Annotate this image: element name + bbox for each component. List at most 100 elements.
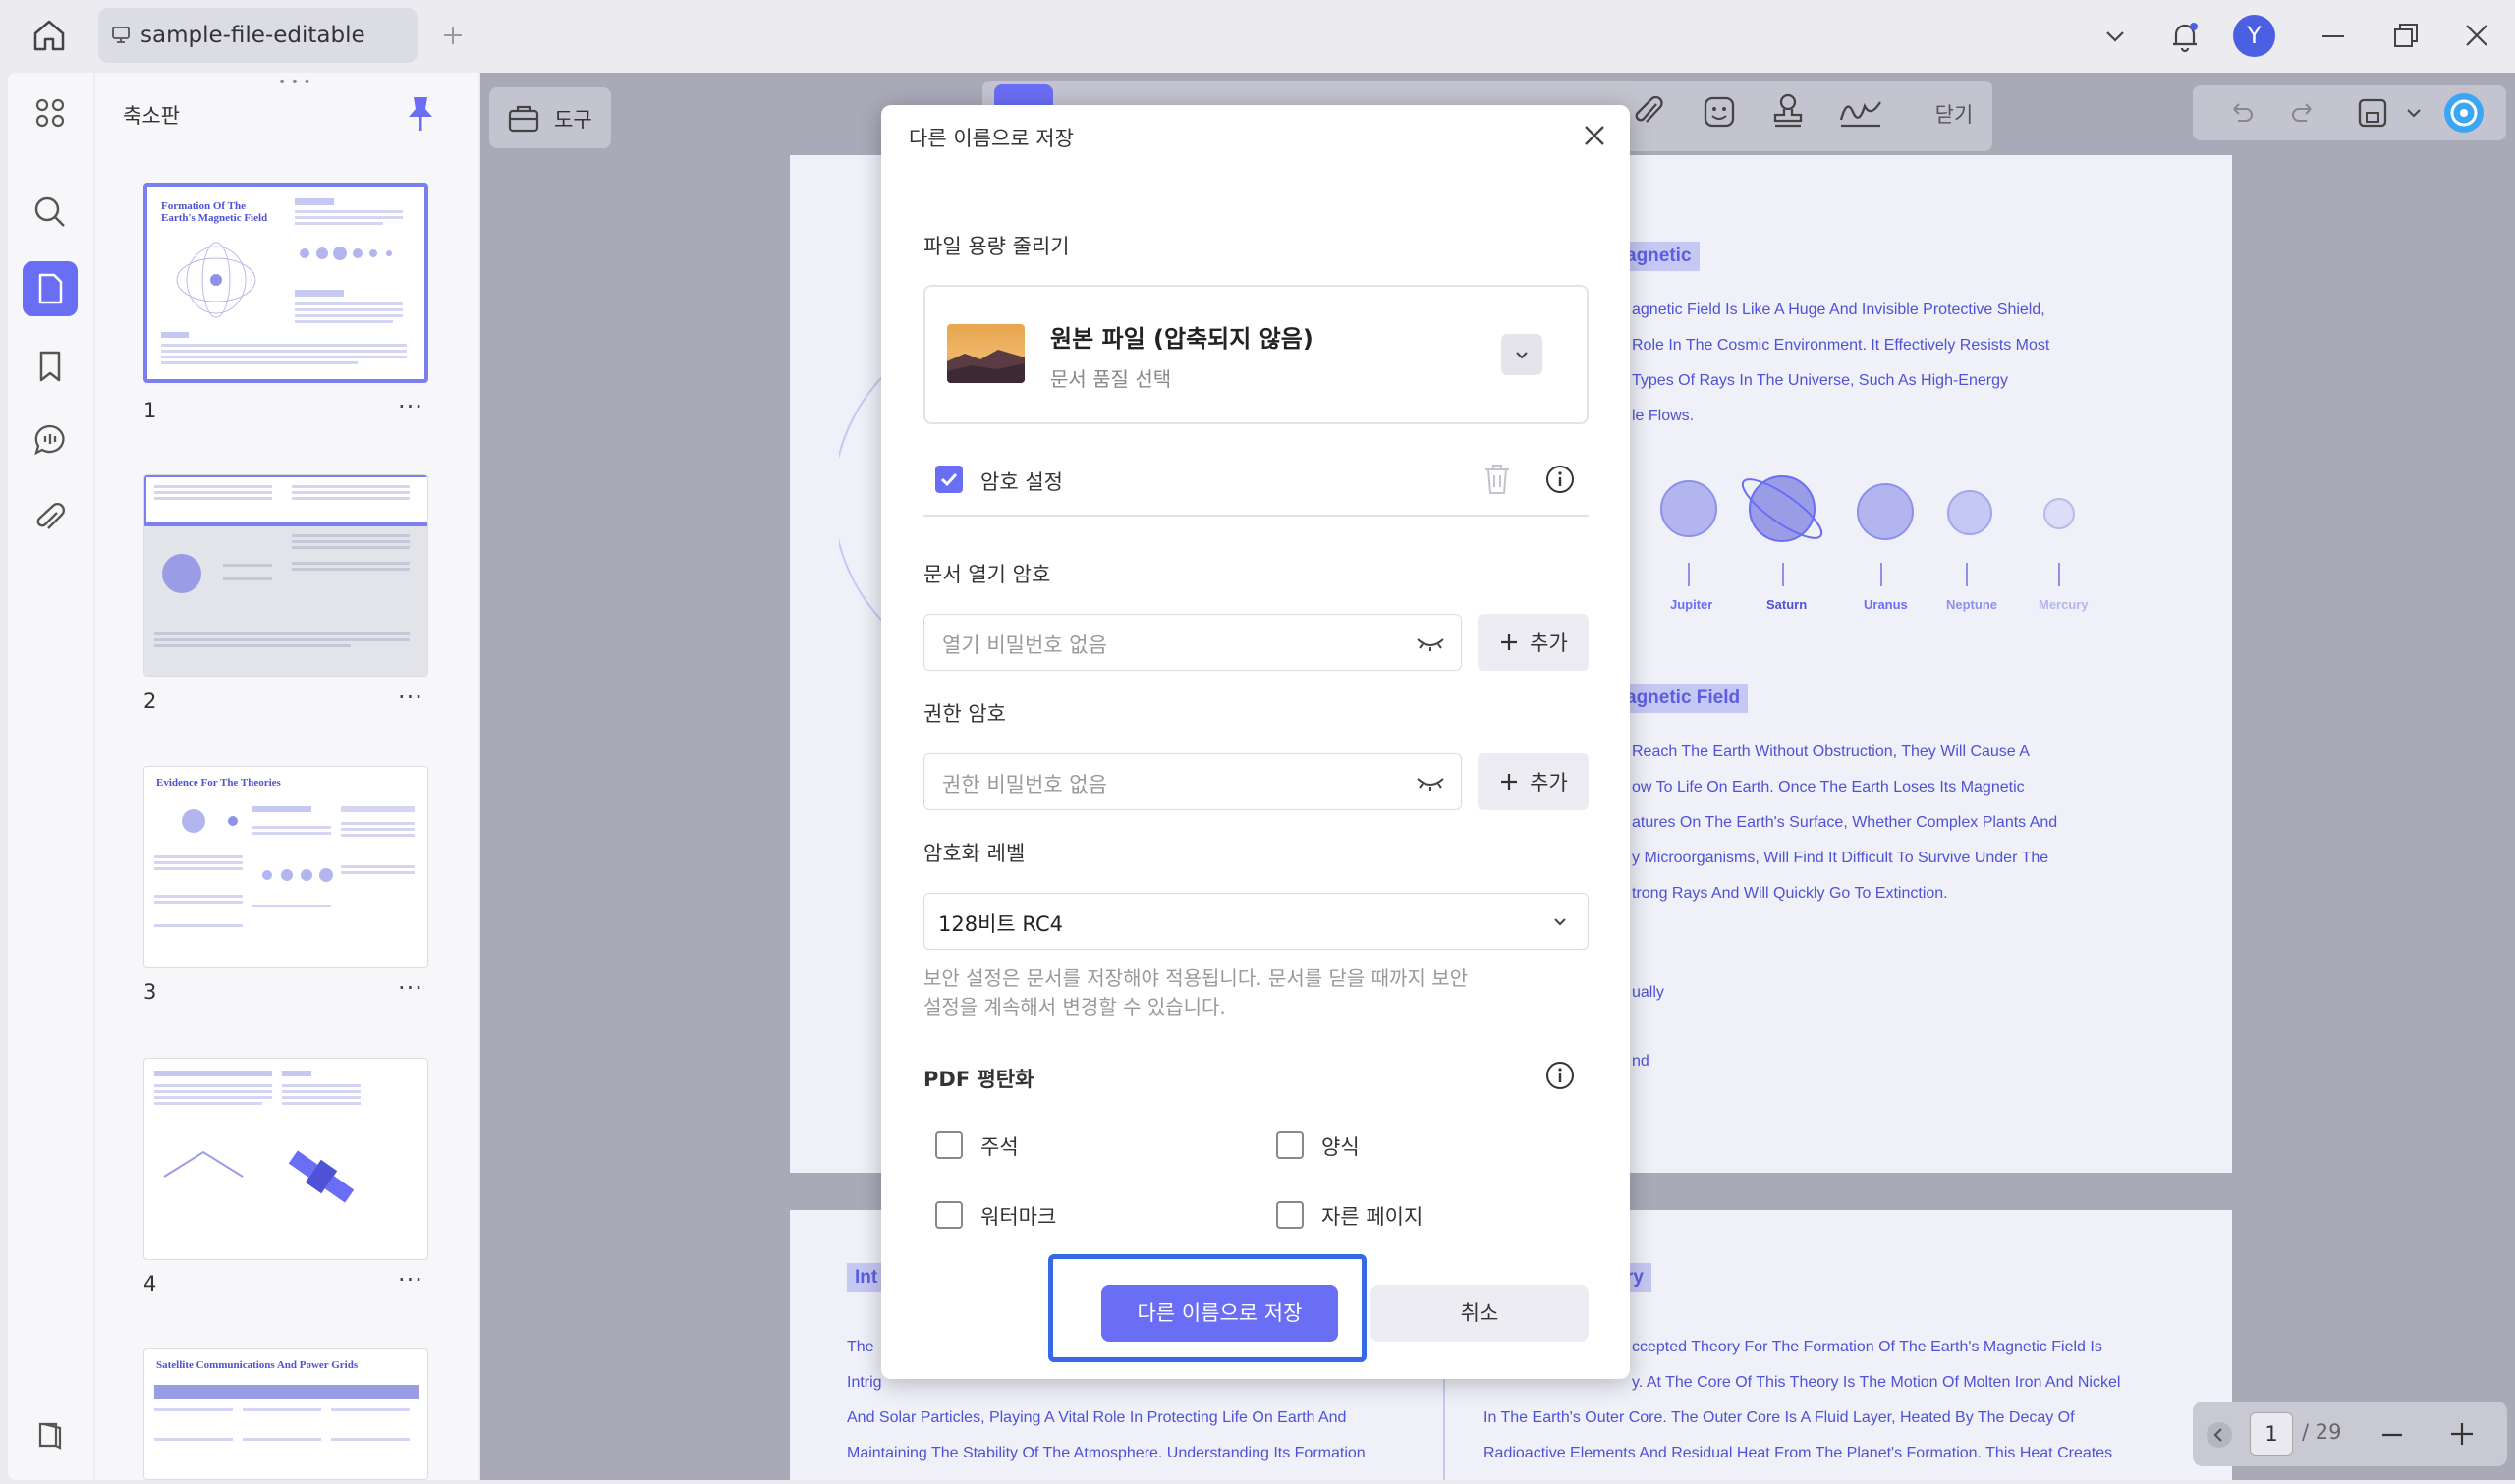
thumbnail-page-4[interactable] bbox=[143, 1058, 428, 1260]
undo-icon[interactable] bbox=[2226, 97, 2256, 127]
pdf-flatten-title: PDF 평탄화 bbox=[923, 1068, 1034, 1091]
pin-icon[interactable] bbox=[405, 94, 436, 134]
avatar[interactable]: Y bbox=[2233, 15, 2275, 57]
quality-dropdown-button[interactable] bbox=[1501, 334, 1542, 375]
section-tag: Int bbox=[847, 1263, 886, 1292]
dialog-close-icon[interactable] bbox=[1580, 121, 1609, 150]
save-icon[interactable] bbox=[2356, 96, 2389, 130]
dialog-title: 다른 이름으로 저장 bbox=[909, 127, 1074, 150]
add-label: 추가 bbox=[1530, 771, 1568, 795]
thumbnail-more-button[interactable]: ··· bbox=[398, 393, 423, 420]
layers-icon[interactable] bbox=[23, 1406, 78, 1461]
encryption-level-title: 암호화 레벨 bbox=[923, 842, 1026, 865]
text-line: Maintaining The Stability Of The Atmosph… bbox=[847, 1445, 1366, 1461]
quality-sub-label: 문서 품질 선택 bbox=[1050, 367, 1172, 391]
planet-label: Mercury bbox=[2039, 597, 2089, 612]
flatten-annotations-label: 주석 bbox=[980, 1135, 1019, 1159]
add-permission-password-button[interactable]: 추가 bbox=[1478, 753, 1589, 810]
ai-assistant-icon[interactable] bbox=[2442, 91, 2486, 135]
zoom-in-icon[interactable] bbox=[2446, 1418, 2478, 1450]
open-password-field[interactable]: 열기 비밀번호 없음 bbox=[923, 614, 1462, 671]
save-as-button[interactable]: 다른 이름으로 저장 bbox=[1101, 1285, 1338, 1342]
sticker-icon[interactable] bbox=[1702, 94, 1737, 130]
flatten-forms-checkbox[interactable] bbox=[1276, 1131, 1304, 1159]
landscape-thumbnail-icon bbox=[947, 324, 1025, 383]
password-setting-checkbox[interactable] bbox=[935, 466, 963, 493]
redo-icon[interactable] bbox=[2289, 97, 2319, 127]
checkmark-icon bbox=[940, 472, 958, 487]
thumbnail-more-button[interactable]: ··· bbox=[398, 974, 423, 1002]
close-window-icon[interactable] bbox=[2461, 20, 2492, 51]
add-label: 추가 bbox=[1530, 632, 1568, 655]
encryption-level-select[interactable]: 128비트 RC4 bbox=[923, 893, 1589, 950]
permission-password-title: 권한 암호 bbox=[923, 702, 1006, 726]
signature-icon[interactable] bbox=[1837, 94, 1884, 130]
eye-closed-icon[interactable] bbox=[1416, 771, 1445, 795]
resize-handle[interactable]: • • • bbox=[278, 75, 311, 90]
planet-label: Saturn bbox=[1766, 597, 1808, 612]
chevron-down-icon[interactable] bbox=[2102, 24, 2128, 49]
permission-password-field[interactable]: 권한 비밀번호 없음 bbox=[923, 753, 1462, 810]
page-number-input[interactable]: 1 bbox=[2250, 1412, 2293, 1456]
thumbnail-number: 4 bbox=[143, 1272, 157, 1295]
text-line: y Microorganisms, Will Find It Difficult… bbox=[1632, 850, 2049, 866]
thumbnail-number: 1 bbox=[143, 399, 157, 422]
save-dropdown-icon[interactable] bbox=[2405, 104, 2423, 122]
minimize-icon[interactable] bbox=[2319, 24, 2348, 49]
flatten-cropped-pages-label: 자른 페이지 bbox=[1321, 1205, 1424, 1229]
attachment-icon[interactable] bbox=[23, 491, 78, 546]
password-setting-label: 암호 설정 bbox=[980, 470, 1063, 494]
encryption-level-value: 128비트 RC4 bbox=[938, 912, 1063, 936]
tools-button[interactable]: 도구 bbox=[489, 87, 611, 148]
planet-lines bbox=[1688, 563, 2060, 586]
flatten-watermark-label: 워터마크 bbox=[980, 1205, 1057, 1229]
previous-page-icon[interactable] bbox=[2205, 1420, 2234, 1450]
flatten-forms-label: 양식 bbox=[1321, 1135, 1360, 1159]
flatten-annotations-checkbox[interactable] bbox=[935, 1131, 963, 1159]
zoom-out-icon[interactable] bbox=[2377, 1420, 2407, 1450]
attach-tool-icon[interactable] bbox=[1631, 94, 1666, 130]
info-icon[interactable] bbox=[1545, 1061, 1575, 1090]
new-tab-icon[interactable] bbox=[441, 24, 465, 47]
permission-password-placeholder: 권한 비밀번호 없음 bbox=[942, 773, 1107, 797]
stamp-icon[interactable] bbox=[1770, 92, 1806, 130]
notice-line: 설정을 계속해서 변경할 수 있습니다. bbox=[923, 995, 1226, 1018]
reduce-size-title: 파일 용량 줄리기 bbox=[923, 235, 1070, 258]
page-total: / 29 bbox=[2302, 1420, 2342, 1444]
text-line: And Solar Particles, Playing A Vital Rol… bbox=[847, 1409, 1347, 1426]
restore-icon[interactable] bbox=[2390, 20, 2422, 51]
thumbnail-page-1[interactable]: Formation Of The Earth's Magnetic Field bbox=[143, 183, 428, 383]
close-toolbar-button[interactable]: 닫기 bbox=[1919, 87, 1989, 142]
thumbnail-page-3[interactable]: Evidence For The Theories bbox=[143, 766, 428, 968]
chevron-down-icon bbox=[1516, 352, 1528, 359]
trash-icon[interactable] bbox=[1481, 462, 1513, 497]
page-icon[interactable] bbox=[23, 261, 78, 316]
info-icon[interactable] bbox=[1545, 465, 1575, 494]
text-line: agnetic Field Is Like A Huge And Invisib… bbox=[1632, 302, 2045, 318]
planet-label: Neptune bbox=[1946, 597, 1997, 612]
thumbnail-page-2[interactable] bbox=[143, 474, 428, 677]
thumbnail-more-button[interactable]: ··· bbox=[398, 684, 423, 711]
text-line: trong Rays And Will Quickly Go To Extinc… bbox=[1632, 885, 1948, 902]
text-line: atures On The Earth's Surface, Whether C… bbox=[1632, 814, 2058, 831]
thumbnail-page-5[interactable]: Satellite Communications And Power Grids bbox=[143, 1348, 428, 1480]
comment-icon[interactable] bbox=[23, 412, 78, 467]
bookmark-icon[interactable] bbox=[23, 339, 78, 394]
text-line: ow To Life On Earth. Once The Earth Lose… bbox=[1632, 779, 2025, 796]
bell-icon[interactable] bbox=[2166, 18, 2204, 55]
saturn-planet bbox=[1733, 465, 1831, 553]
eye-closed-icon[interactable] bbox=[1416, 632, 1445, 655]
text-line: Role In The Cosmic Environment. It Effec… bbox=[1632, 337, 2050, 354]
add-open-password-button[interactable]: 추가 bbox=[1478, 614, 1589, 671]
chevron-down-icon bbox=[1550, 911, 1570, 931]
plus-icon bbox=[1501, 774, 1518, 790]
flatten-watermark-checkbox[interactable] bbox=[935, 1201, 963, 1229]
search-icon[interactable] bbox=[23, 185, 78, 240]
thumbnail-more-button[interactable]: ··· bbox=[398, 1266, 423, 1293]
text-line: le Flows. bbox=[1632, 408, 1695, 424]
cancel-button[interactable]: 취소 bbox=[1370, 1285, 1589, 1342]
apps-icon[interactable] bbox=[23, 85, 78, 140]
text-line: Types Of Rays In The Universe, Such As H… bbox=[1632, 372, 2008, 389]
flatten-cropped-pages-checkbox[interactable] bbox=[1276, 1201, 1304, 1229]
home-icon[interactable] bbox=[29, 16, 69, 55]
